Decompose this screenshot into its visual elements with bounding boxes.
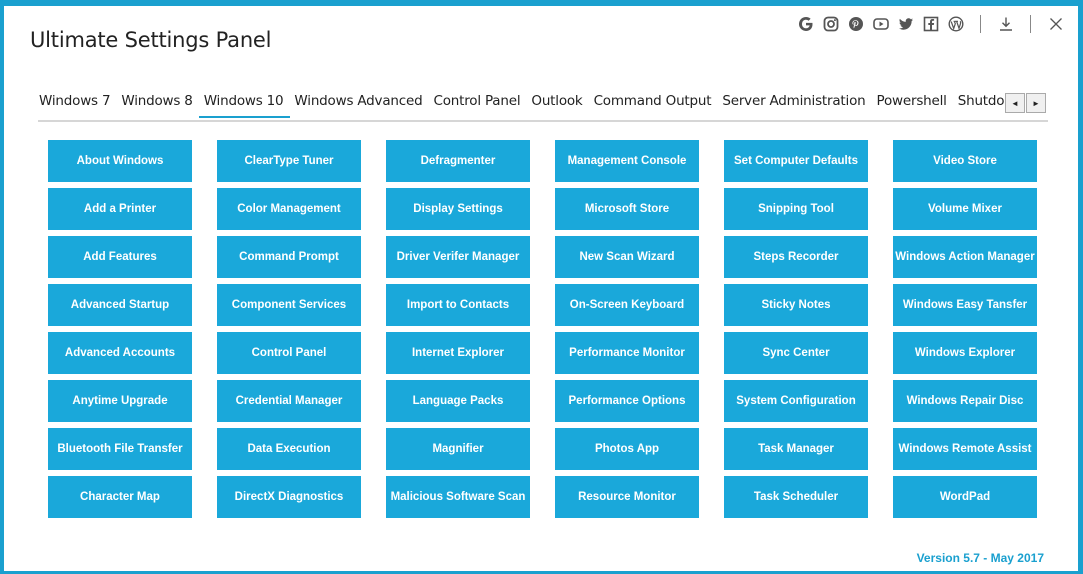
language-packs-button[interactable]: Language Packs [386, 380, 530, 422]
system-configuration-button[interactable]: System Configuration [724, 380, 868, 422]
youtube-icon[interactable] [872, 15, 890, 33]
driver-verifer-manager-button[interactable]: Driver Verifer Manager [386, 236, 530, 278]
tab-windows-7[interactable]: Windows 7 [38, 86, 111, 116]
tab-server-administration[interactable]: Server Administration [721, 86, 866, 116]
separator [980, 15, 981, 33]
command-prompt-button[interactable]: Command Prompt [217, 236, 361, 278]
steps-recorder-button[interactable]: Steps Recorder [724, 236, 868, 278]
photos-app-button[interactable]: Photos App [555, 428, 699, 470]
magnifier-button[interactable]: Magnifier [386, 428, 530, 470]
advanced-startup-button[interactable]: Advanced Startup [48, 284, 192, 326]
bluetooth-file-transfer-button[interactable]: Bluetooth File Transfer [48, 428, 192, 470]
video-store-button[interactable]: Video Store [893, 140, 1037, 182]
snipping-tool-button[interactable]: Snipping Tool [724, 188, 868, 230]
app-title: Ultimate Settings Panel [30, 28, 272, 52]
download-icon[interactable] [997, 15, 1015, 33]
tab-divider [38, 120, 1048, 122]
windows-easy-tansfer-button[interactable]: Windows Easy Tansfer [893, 284, 1037, 326]
tab-outlook[interactable]: Outlook [530, 86, 583, 116]
facebook-icon[interactable] [922, 15, 940, 33]
about-windows-button[interactable]: About Windows [48, 140, 192, 182]
windows-remote-assist-button[interactable]: Windows Remote Assist [893, 428, 1037, 470]
tab-scroll-buttons: ◄ ► [1005, 93, 1046, 113]
close-icon[interactable] [1047, 15, 1065, 33]
performance-options-button[interactable]: Performance Options [555, 380, 699, 422]
management-console-button[interactable]: Management Console [555, 140, 699, 182]
character-map-button[interactable]: Character Map [48, 476, 192, 518]
malicious-software-scan-button[interactable]: Malicious Software Scan [386, 476, 530, 518]
add-a-printer-button[interactable]: Add a Printer [48, 188, 192, 230]
tab-windows-8[interactable]: Windows 8 [120, 86, 193, 116]
google-icon[interactable] [797, 15, 815, 33]
anytime-upgrade-button[interactable]: Anytime Upgrade [48, 380, 192, 422]
import-to-contacts-button[interactable]: Import to Contacts [386, 284, 530, 326]
resource-monitor-button[interactable]: Resource Monitor [555, 476, 699, 518]
version-label: Version 5.7 - May 2017 [916, 551, 1044, 565]
windows-action-manager-button[interactable]: Windows Action Manager [893, 236, 1037, 278]
credential-manager-button[interactable]: Credential Manager [217, 380, 361, 422]
task-scheduler-button[interactable]: Task Scheduler [724, 476, 868, 518]
add-features-button[interactable]: Add Features [48, 236, 192, 278]
task-manager-button[interactable]: Task Manager [724, 428, 868, 470]
wordpad-button[interactable]: WordPad [893, 476, 1037, 518]
data-execution-button[interactable]: Data Execution [217, 428, 361, 470]
performance-monitor-button[interactable]: Performance Monitor [555, 332, 699, 374]
new-scan-wizard-button[interactable]: New Scan Wizard [555, 236, 699, 278]
instagram-icon[interactable] [822, 15, 840, 33]
pinterest-icon[interactable] [847, 15, 865, 33]
tab-windows-advanced[interactable]: Windows Advanced [293, 86, 423, 116]
tab-scroll-right-button[interactable]: ► [1026, 93, 1046, 113]
set-computer-defaults-button[interactable]: Set Computer Defaults [724, 140, 868, 182]
advanced-accounts-button[interactable]: Advanced Accounts [48, 332, 192, 374]
separator [1030, 15, 1031, 33]
windows-repair-disc-button[interactable]: Windows Repair Disc [893, 380, 1037, 422]
directx-diagnostics-button[interactable]: DirectX Diagnostics [217, 476, 361, 518]
internet-explorer-button[interactable]: Internet Explorer [386, 332, 530, 374]
sync-center-button[interactable]: Sync Center [724, 332, 868, 374]
display-settings-button[interactable]: Display Settings [386, 188, 530, 230]
cleartype-tuner-button[interactable]: ClearType Tuner [217, 140, 361, 182]
component-services-button[interactable]: Component Services [217, 284, 361, 326]
sticky-notes-button[interactable]: Sticky Notes [724, 284, 868, 326]
app-window: Ultimate Settings Panel Windows 7 Window… [4, 6, 1078, 571]
control-panel-button[interactable]: Control Panel [217, 332, 361, 374]
wordpress-icon[interactable] [947, 15, 965, 33]
tab-powershell[interactable]: Powershell [876, 86, 948, 116]
on-screen-keyboard-button[interactable]: On-Screen Keyboard [555, 284, 699, 326]
twitter-icon[interactable] [897, 15, 915, 33]
tab-windows-10[interactable]: Windows 10 [198, 86, 291, 118]
tab-bar: Windows 7 Windows 8 Windows 10 Windows Adva… [38, 86, 1014, 118]
tab-control-panel[interactable]: Control Panel [432, 86, 521, 116]
tab-command-output[interactable]: Command Output [593, 86, 713, 116]
volume-mixer-button[interactable]: Volume Mixer [893, 188, 1037, 230]
defragmenter-button[interactable]: Defragmenter [386, 140, 530, 182]
windows-explorer-button[interactable]: Windows Explorer [893, 332, 1037, 374]
color-management-button[interactable]: Color Management [217, 188, 361, 230]
microsoft-store-button[interactable]: Microsoft Store [555, 188, 699, 230]
tab-scroll-left-button[interactable]: ◄ [1005, 93, 1025, 113]
titlebar-icons [793, 12, 1068, 36]
